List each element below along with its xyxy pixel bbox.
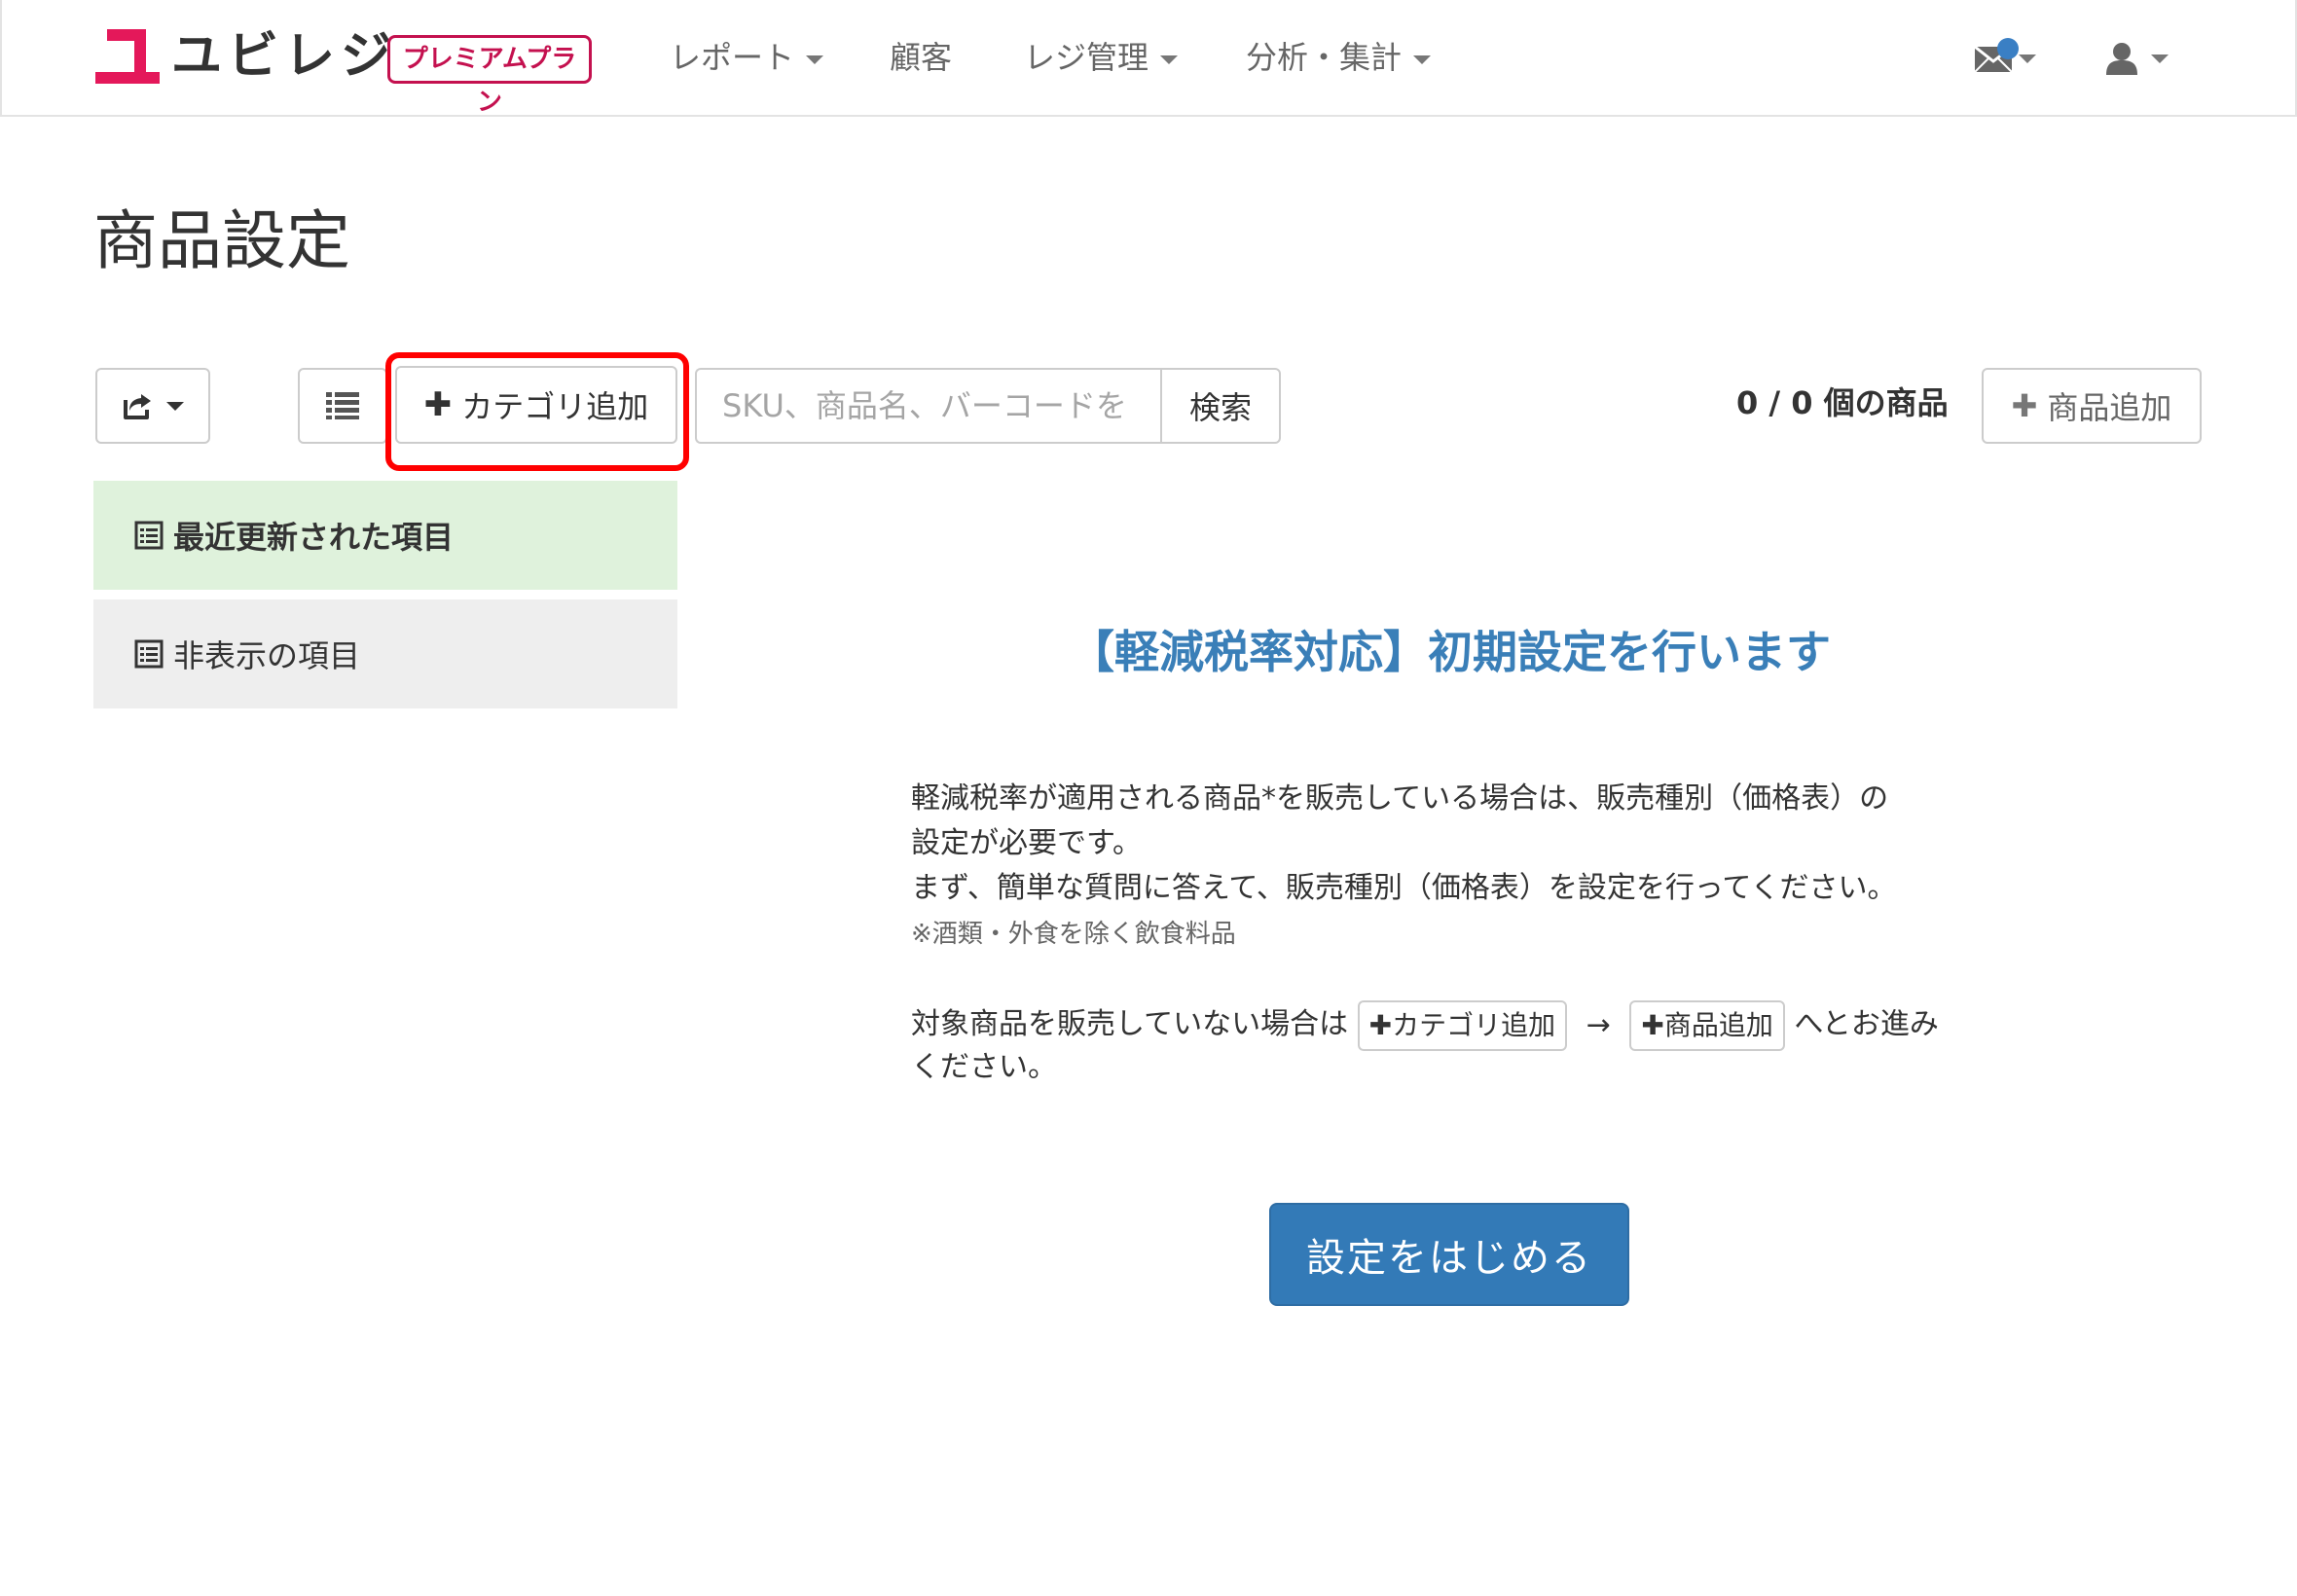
skip-instruction-line-1: 対象商品を販売していない場合は ✚カテゴリ追加 → ✚商品追加 へとお進み xyxy=(911,998,1939,1052)
share-icon xyxy=(124,394,151,419)
mail-menu[interactable] xyxy=(1974,31,2036,86)
add-category-label: カテゴリ追加 xyxy=(461,388,649,425)
list-view-button[interactable] xyxy=(298,368,387,444)
search-input[interactable] xyxy=(695,368,1160,444)
list-alt-icon xyxy=(134,521,164,550)
nav-item-register-management[interactable]: レジ管理 xyxy=(1024,33,1179,82)
nav-item-report[interactable]: レポート xyxy=(670,33,824,82)
add-product-label: 商品追加 xyxy=(2047,389,2172,426)
list-icon xyxy=(326,392,359,419)
nav-item-analytics[interactable]: 分析・集計 xyxy=(1246,33,1432,82)
caret-down-icon xyxy=(806,54,824,64)
list-alt-icon xyxy=(134,639,164,669)
product-count: 0 / 0 個の商品 xyxy=(1736,384,1949,421)
caret-down-icon xyxy=(1413,54,1432,64)
plus-icon: ✚ xyxy=(423,385,453,424)
nav-item-label: 顧客 xyxy=(890,39,953,76)
mail-icon xyxy=(1974,38,2019,73)
inline-add-category-button: ✚カテゴリ追加 xyxy=(1357,999,1568,1051)
add-category-button[interactable]: ✚ カテゴリ追加 xyxy=(395,366,677,444)
search-button-label: 検索 xyxy=(1188,389,1252,426)
notification-dot xyxy=(1997,38,2019,59)
add-product-button[interactable]: ✚ 商品追加 xyxy=(1982,368,2202,444)
nav-item-customers[interactable]: 顧客 xyxy=(890,33,952,82)
intro-line-1: 軽減税率が適用される商品*を販売している場合は、販売種別（価格表）の xyxy=(911,781,1889,816)
footnote: ※酒類・外食を除く飲食料品 xyxy=(911,920,1236,949)
main-heading: 【軽減税率対応】初期設定を行います xyxy=(1070,626,1831,678)
page-title: 商品設定 xyxy=(93,203,350,278)
sidebar-item-label: 非表示の項目 xyxy=(173,637,361,674)
plus-icon: ✚ xyxy=(1368,1008,1393,1041)
sidebar-item-recently-updated[interactable]: 最近更新された項目 xyxy=(93,481,677,590)
arrow-right-icon: → xyxy=(1586,1007,1611,1042)
plan-badge: プレミアムプラン xyxy=(387,35,592,117)
plus-icon: ✚ xyxy=(2011,387,2038,424)
sidebar-item-label: 最近更新された項目 xyxy=(173,519,455,556)
user-icon xyxy=(2106,43,2137,75)
inline-add-category-label: カテゴリ追加 xyxy=(1392,1008,1556,1041)
user-menu[interactable] xyxy=(2104,31,2169,86)
start-setup-label: 設定をはじめる xyxy=(1306,1236,1592,1281)
plus-icon: ✚ xyxy=(1641,1008,1664,1041)
export-button[interactable] xyxy=(95,368,210,444)
sidebar-item-hidden[interactable]: 非表示の項目 xyxy=(93,599,677,708)
intro-line-2: 設定が必要です。 xyxy=(911,826,1142,860)
skip-instruction-line-2: ください。 xyxy=(911,1050,1057,1084)
inline-add-product-button: ✚商品追加 xyxy=(1629,999,1785,1051)
inline-add-product-label: 商品追加 xyxy=(1663,1008,1773,1041)
caret-down-icon xyxy=(1160,54,1179,64)
nav-item-label: レジ管理 xyxy=(1024,39,1149,76)
caret-down-icon xyxy=(2151,54,2169,63)
intro-line-3: まず、簡単な質問に答えて、販売種別（価格表）を設定を行ってください。 xyxy=(911,871,1897,905)
caret-down-icon xyxy=(166,401,184,411)
nav-item-label: レポート xyxy=(670,39,795,76)
search-button[interactable]: 検索 xyxy=(1160,368,1281,444)
brand-name: ユビレジ xyxy=(171,27,398,86)
caret-down-icon xyxy=(2019,54,2036,63)
top-navbar: ユビレジ プレミアムプラン レポート 顧客 レジ管理 分析・集計 xyxy=(0,0,2297,117)
nav-item-label: 分析・集計 xyxy=(1246,39,1403,76)
skip-instruction-prefix: 対象商品を販売していない場合は xyxy=(911,1007,1349,1041)
brand-mark-icon xyxy=(95,29,160,84)
skip-instruction-suffix: へとお進み xyxy=(1794,1007,1939,1041)
brand-logo[interactable]: ユビレジ xyxy=(95,27,397,86)
start-setup-button[interactable]: 設定をはじめる xyxy=(1269,1203,1629,1306)
